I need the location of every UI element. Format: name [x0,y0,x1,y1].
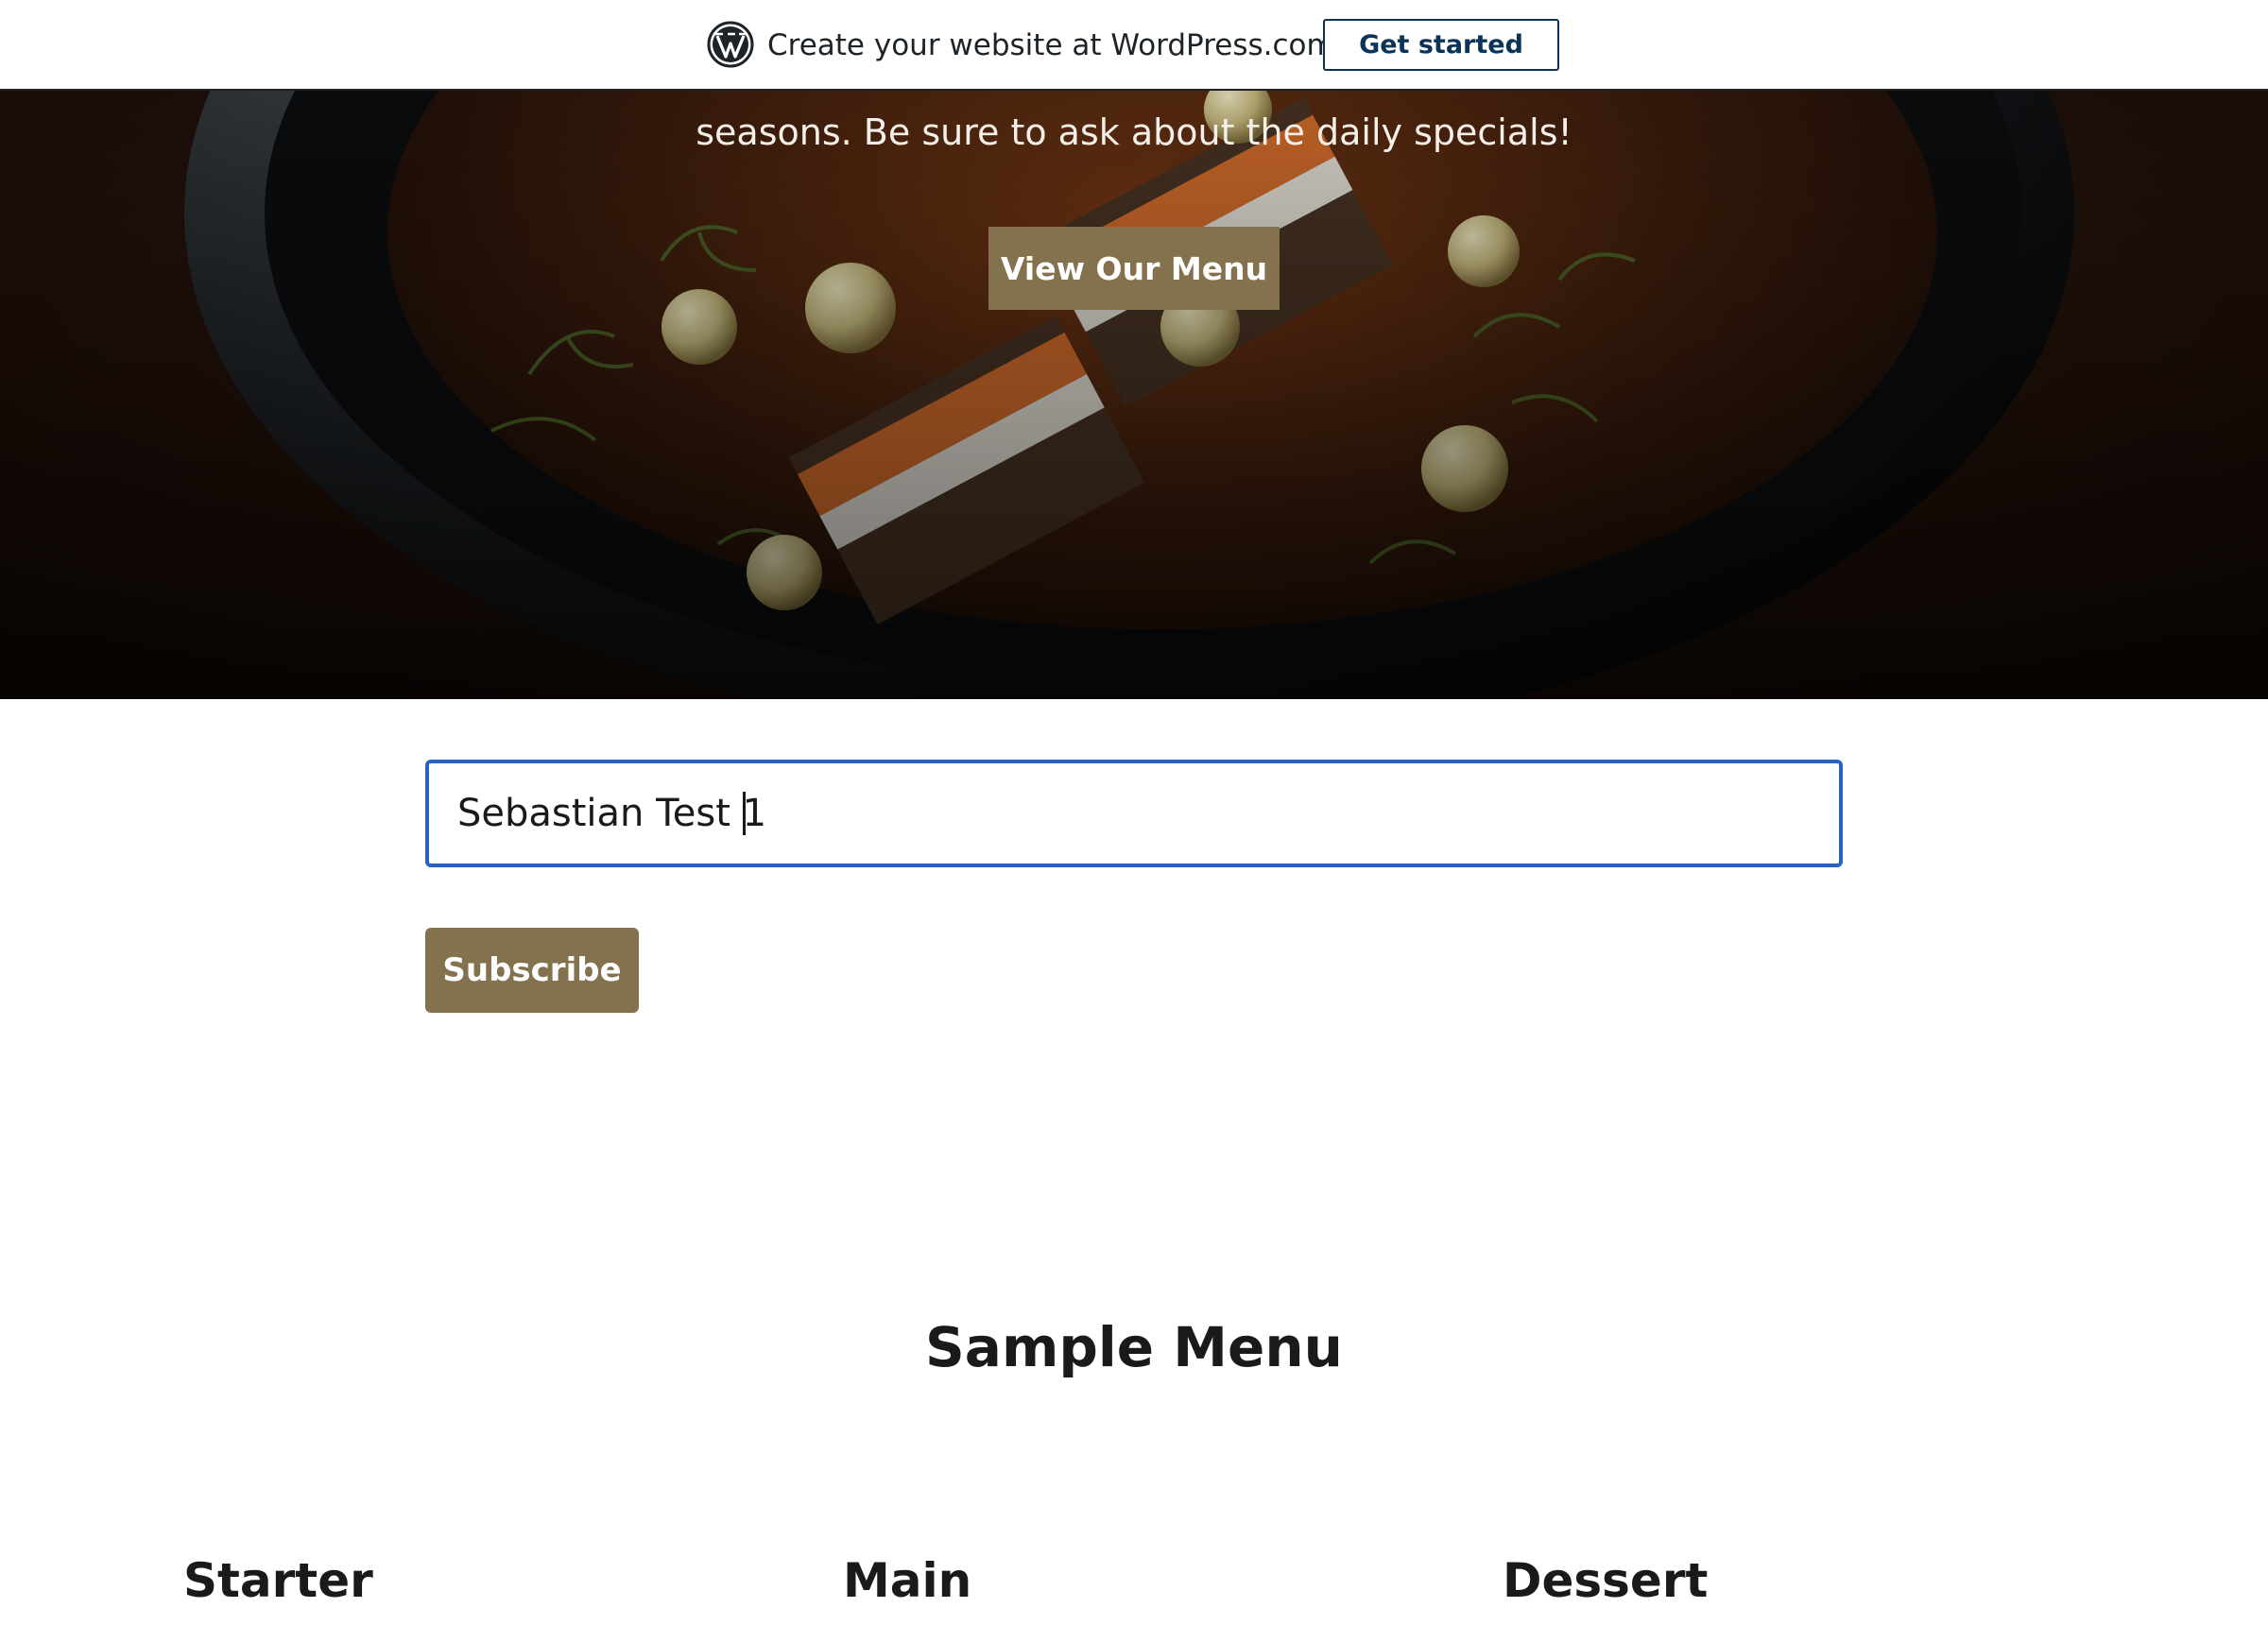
course-heading-dessert: Dessert [1503,1553,1709,1608]
hero-section: seasons. Be sure to ask about the daily … [0,91,2268,699]
course-heading-main: Main [843,1553,972,1608]
wordpress-promo-text[interactable]: Create your website at WordPress.com [767,25,1335,66]
subscribe-input[interactable] [425,760,1843,867]
wordpress-logo-icon[interactable] [707,21,754,68]
get-started-button[interactable]: Get started [1323,19,1559,71]
text-cursor [743,792,746,835]
sample-menu-heading: Sample Menu [925,1315,1343,1379]
hero-tagline: seasons. Be sure to ask about the daily … [696,111,1572,153]
wordpress-promo-bar: Create your website at WordPress.com Get… [0,0,2268,91]
hero-food-image [0,91,2268,699]
view-our-menu-button[interactable]: View Our Menu [988,227,1280,310]
subscribe-button[interactable]: Subscribe [425,928,639,1013]
course-heading-starter: Starter [183,1553,373,1608]
